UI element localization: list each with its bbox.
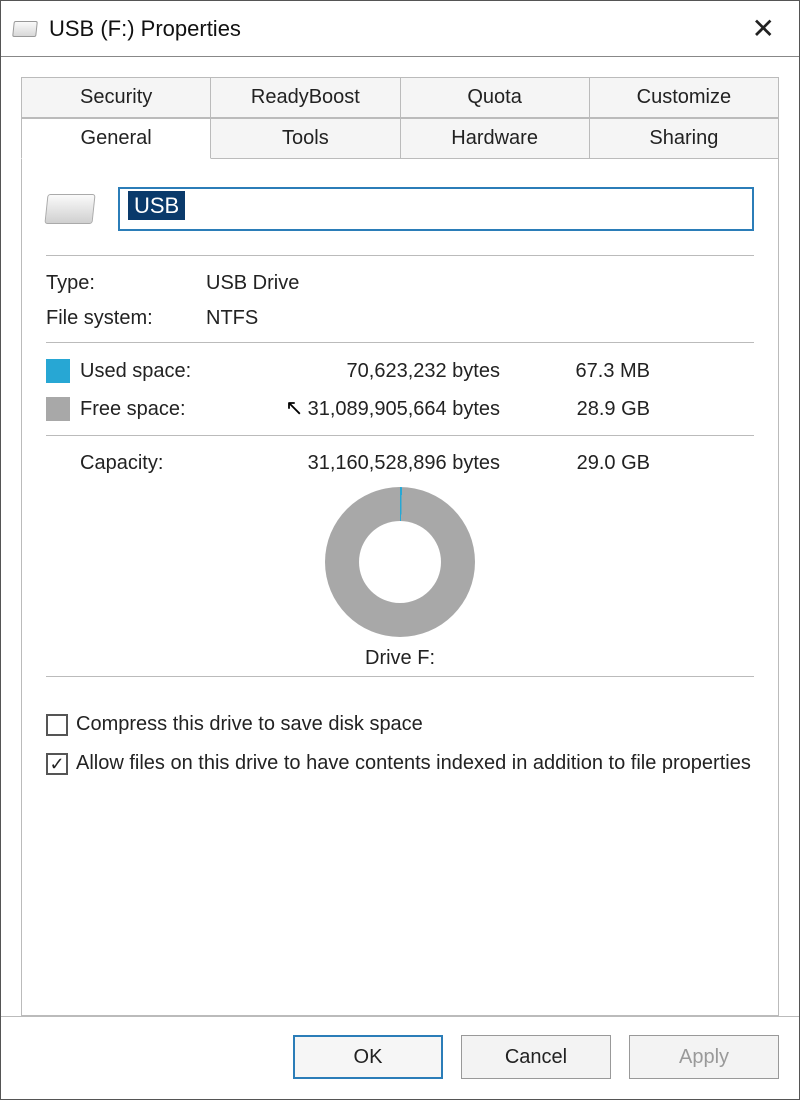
used-space-bytes: 70,623,232 bytes <box>230 360 530 383</box>
dialog-body: Security ReadyBoost Quota Customize Gene… <box>1 57 799 1016</box>
button-bar: OK Cancel Apply <box>1 1016 799 1099</box>
filesystem-label: File system: <box>46 307 206 330</box>
tab-strip: Security ReadyBoost Quota Customize Gene… <box>21 77 779 159</box>
drive-icon <box>44 194 95 224</box>
compress-label: Compress this drive to save disk space <box>76 711 423 738</box>
titlebar: USB (F:) Properties ✕ <box>1 1 799 57</box>
separator <box>46 255 754 256</box>
drive-label-input[interactable]: USB <box>118 187 754 231</box>
indexing-label: Allow files on this drive to have conten… <box>76 750 751 777</box>
ok-button[interactable]: OK <box>293 1035 443 1079</box>
compress-checkbox[interactable] <box>46 714 68 736</box>
capacity-human: 29.0 GB <box>530 452 650 475</box>
window-title: USB (F:) Properties <box>49 16 241 42</box>
indexing-checkbox[interactable] <box>46 753 68 775</box>
close-icon[interactable]: ✕ <box>744 12 783 45</box>
drive-letter-label: Drive F: <box>46 647 754 670</box>
used-space-label: Used space: <box>80 360 230 383</box>
tab-sharing[interactable]: Sharing <box>590 118 779 159</box>
separator <box>46 676 754 677</box>
tab-security[interactable]: Security <box>21 77 211 118</box>
tab-customize[interactable]: Customize <box>590 77 779 118</box>
capacity-bytes: 31,160,528,896 bytes <box>230 452 530 475</box>
drive-label-value: USB <box>128 191 185 220</box>
tab-readyboost[interactable]: ReadyBoost <box>211 77 400 118</box>
free-space-swatch <box>46 397 70 421</box>
tab-panel-general: USB Type: USB Drive File system: NTFS Us… <box>21 159 779 1016</box>
free-space-label: Free space: <box>80 398 230 421</box>
tab-hardware[interactable]: Hardware <box>401 118 590 159</box>
usage-pie-chart <box>325 487 475 637</box>
used-space-swatch <box>46 359 70 383</box>
cancel-button[interactable]: Cancel <box>461 1035 611 1079</box>
separator <box>46 342 754 343</box>
type-label: Type: <box>46 272 206 295</box>
filesystem-value: NTFS <box>206 307 754 330</box>
drive-icon <box>12 21 38 37</box>
capacity-label: Capacity: <box>46 452 230 475</box>
separator <box>46 435 754 436</box>
tab-tools[interactable]: Tools <box>211 118 400 159</box>
tab-general[interactable]: General <box>21 118 211 159</box>
apply-button: Apply <box>629 1035 779 1079</box>
tab-quota[interactable]: Quota <box>401 77 590 118</box>
properties-window: USB (F:) Properties ✕ Security ReadyBoos… <box>0 0 800 1100</box>
type-value: USB Drive <box>206 272 754 295</box>
free-space-bytes: 31,089,905,664 bytes <box>230 398 530 421</box>
used-space-human: 67.3 MB <box>530 360 650 383</box>
free-space-human: 28.9 GB <box>530 398 650 421</box>
